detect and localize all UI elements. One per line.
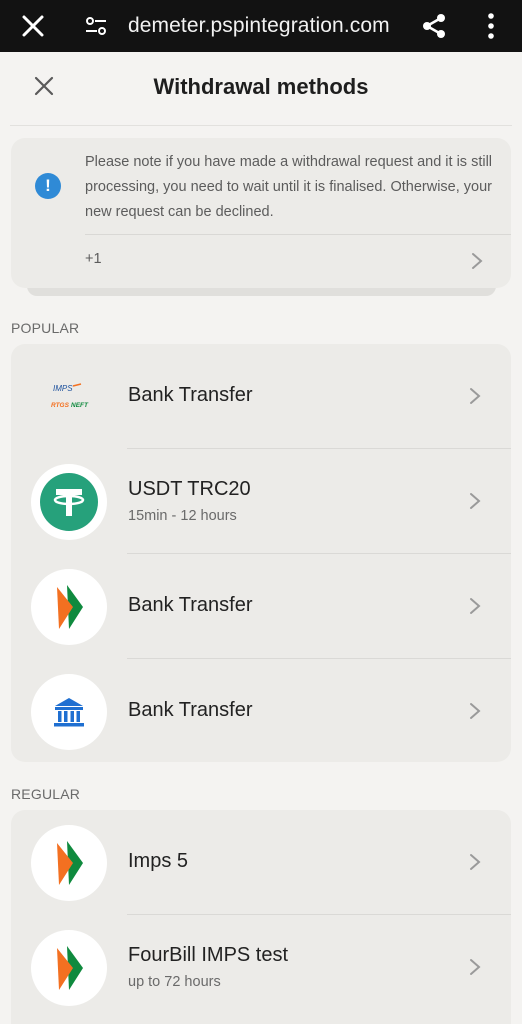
imps-text: IMPS: [53, 384, 73, 393]
chevron-right-icon: [470, 703, 481, 719]
header-divider: [10, 125, 512, 126]
bank-building-icon: [54, 698, 84, 727]
more-vert-icon[interactable]: [482, 12, 500, 40]
bhim-logo: [31, 569, 107, 645]
method-row[interactable]: Bank Transfer: [11, 554, 511, 659]
notice-divider: [85, 234, 511, 235]
method-row[interactable]: Bank Transfer: [11, 659, 511, 762]
rtgs-text: RTGS: [51, 402, 70, 409]
method-row[interactable]: USDT TRC20 15min - 12 hours: [11, 449, 511, 554]
popular-methods-card: IMPS RTGS NEFT Bank Transfer USDT TRC20 …: [11, 344, 511, 762]
method-title: Bank Transfer: [128, 594, 253, 616]
bhim-logo: [31, 825, 107, 901]
notice-more-count: +1: [85, 251, 102, 267]
bhim-icon: [57, 946, 83, 990]
method-title: Imps 5: [128, 850, 189, 872]
chevron-right-icon[interactable]: [471, 252, 483, 270]
section-label-popular: POPULAR: [11, 320, 80, 336]
method-row[interactable]: IMPS RTGS NEFT Bank Transfer: [11, 344, 511, 449]
site-settings-icon[interactable]: [84, 14, 108, 38]
method-duration: up to 72 hours: [128, 974, 221, 990]
share-icon[interactable]: [420, 12, 448, 40]
chevron-right-icon: [470, 493, 481, 509]
method-title: FourBill IMPS test: [128, 944, 289, 966]
bhim-icon: [57, 585, 83, 629]
chevron-right-icon: [470, 598, 481, 614]
method-row[interactable]: FourBill IMPS test up to 72 hours: [11, 915, 511, 1020]
url-bar[interactable]: demeter.pspintegration.com: [128, 0, 390, 52]
bank-building-logo: [31, 674, 107, 750]
method-title: USDT TRC20: [128, 478, 251, 500]
close-icon[interactable]: [20, 13, 46, 39]
tether-logo: [31, 464, 107, 540]
method-title: Bank Transfer: [128, 384, 253, 406]
tether-icon: [40, 473, 98, 531]
chevron-right-icon: [470, 388, 481, 404]
method-row[interactable]: Imps 5: [11, 810, 511, 915]
neft-text: NEFT: [71, 402, 89, 409]
bhim-icon: [57, 841, 83, 885]
imps-neft-icon: IMPS RTGS NEFT: [51, 383, 89, 409]
page-title: Withdrawal methods: [153, 74, 369, 99]
notice-card[interactable]: ! Please note if you have made a withdra…: [11, 138, 511, 288]
chevron-right-icon: [470, 959, 481, 975]
imps-neft-logo: IMPS RTGS NEFT: [31, 359, 107, 435]
method-title: Bank Transfer: [128, 699, 253, 721]
page-header: Withdrawal methods: [0, 52, 522, 126]
browser-toolbar: demeter.pspintegration.com: [0, 0, 522, 52]
chevron-right-icon: [470, 854, 481, 870]
notice-text: Please note if you have made a withdrawa…: [85, 154, 493, 220]
regular-methods-card: Imps 5 FourBill IMPS test up to 72 hours: [11, 810, 511, 1024]
method-duration: 15min - 12 hours: [128, 508, 237, 524]
section-label-regular: REGULAR: [11, 786, 81, 802]
bhim-logo: [31, 930, 107, 1006]
info-icon: !: [35, 173, 61, 199]
